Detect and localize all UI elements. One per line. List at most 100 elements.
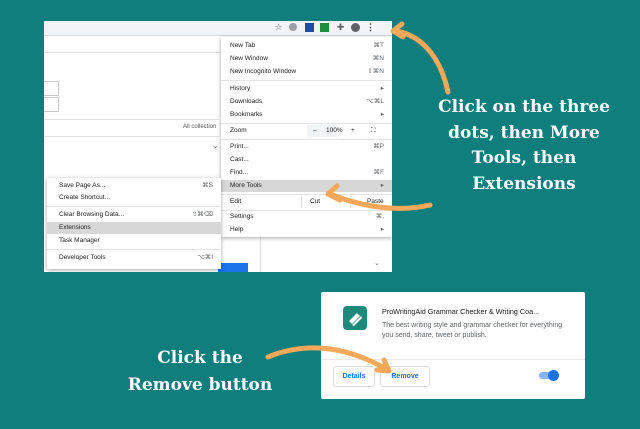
divider (301, 196, 302, 208)
menu-item-history[interactable]: History ▸ (221, 83, 392, 95)
chrome-menu: New Tab ⌘T New Window ⌘N New Incognito Win… (221, 37, 392, 237)
enable-toggle[interactable] (539, 370, 559, 381)
remove-button[interactable]: Remove (380, 366, 430, 387)
menu-item-label: Print... (230, 143, 249, 150)
menu-item-shortcut: ⌘P (373, 143, 384, 150)
menu-item-help[interactable]: Help ▸ (221, 224, 392, 236)
menu-item-label: Developer Tools (59, 254, 106, 261)
extension-card: ProWritingAid Grammar Checker & Writing … (321, 292, 585, 399)
menu-separator (221, 194, 392, 195)
menu-item-print[interactable]: Print... ⌘P (221, 141, 392, 153)
extension-b-icon[interactable] (305, 23, 314, 32)
browser-screenshot: ☆ ✚ ⋮ All collection ⌄ ⌄ New Tab ⌘T New W… (44, 21, 392, 272)
paste-button[interactable]: Paste (367, 196, 384, 208)
menu-item-downloads[interactable]: Downloads ⌥⌘L (221, 96, 392, 108)
menu-item-new-tab[interactable]: New Tab ⌘T (221, 40, 392, 52)
menu-item-cast[interactable]: Cast... (221, 154, 392, 166)
menu-item-label: More Tools (230, 182, 262, 189)
divider (321, 359, 585, 360)
menu-item-edit: Edit Cut Paste (221, 196, 392, 208)
submenu-item-task-manager[interactable]: Task Manager (47, 235, 221, 247)
puzzle-icon[interactable]: ✚ (336, 23, 345, 32)
menu-item-label: History (230, 85, 251, 92)
menu-item-shortcut: ⌥⌘I (197, 254, 213, 261)
callout-line: Extensions (472, 173, 576, 194)
menu-item-label: Clear Browsing Data... (59, 211, 125, 218)
menu-item-new-incognito-window[interactable]: New Incognito Window ⇧⌘N (221, 66, 392, 78)
submenu-item-developer-tools[interactable]: Developer Tools ⌥⌘I (47, 252, 221, 264)
submenu-item-create-shortcut[interactable]: Create Shortcut... (47, 192, 221, 204)
background-input (44, 97, 59, 112)
instruction-callout-bottom: Click the Remove button (100, 345, 300, 399)
submenu-item-clear-browsing-data[interactable]: Clear Browsing Data... ⇧⌘⌫ (47, 209, 221, 221)
submenu-item-extensions[interactable]: Extensions (47, 222, 221, 234)
menu-item-find[interactable]: Find... ⌘F (221, 167, 392, 179)
divider (350, 196, 351, 208)
extension-title: ProWritingAid Grammar Checker & Writing … (382, 307, 540, 316)
toggle-knob (548, 370, 559, 381)
menu-item-label: Downloads (230, 98, 263, 105)
extension-a-icon[interactable] (289, 23, 297, 31)
menu-item-shortcut: ⌘, (375, 213, 384, 220)
menu-item-label: Find... (230, 169, 249, 176)
menu-item-label: Settings (230, 213, 254, 220)
menu-item-shortcut: ⌘S (202, 182, 213, 189)
background-input (44, 81, 59, 96)
menu-item-shortcut: ⌘N (372, 55, 384, 62)
callout-line: Click on the three (438, 97, 610, 117)
submenu-arrow-icon: ▸ (380, 182, 384, 189)
menu-item-zoom: Zoom – 100% + ⛶ (221, 125, 392, 137)
arrow-to-three-dots (393, 28, 451, 95)
extension-description: The best writing style and grammar check… (382, 322, 563, 339)
menu-item-label: New Window (230, 55, 268, 62)
menu-separator (221, 80, 392, 81)
menu-item-new-window[interactable]: New Window ⌘N (221, 53, 392, 65)
background-blue-bar (218, 263, 248, 272)
star-icon[interactable]: ☆ (274, 23, 283, 32)
menu-item-label: Create Shortcut... (59, 194, 110, 201)
expand-icon[interactable]: ⌄ (212, 141, 219, 150)
prowritingaid-logo-icon (343, 306, 367, 330)
submenu-arrow-icon: ▸ (380, 111, 384, 118)
divider (44, 119, 219, 120)
avatar[interactable] (351, 23, 360, 32)
instruction-callout-top: Click on the three dots, then More Tools… (408, 95, 640, 197)
zoom-out-button[interactable]: – (313, 125, 317, 137)
menu-separator (221, 139, 392, 140)
menu-item-label: New Tab (230, 42, 256, 49)
submenu-arrow-icon: ▸ (380, 226, 384, 233)
menu-item-settings[interactable]: Settings ⌘, (221, 211, 392, 223)
divider (44, 136, 219, 137)
menu-item-label: Task Manager (59, 237, 100, 244)
menu-item-label: Save Page As... (59, 182, 106, 189)
chevron-down-icon[interactable]: ⌄ (374, 259, 380, 267)
cut-button[interactable]: Cut (310, 196, 320, 208)
three-dots-icon[interactable]: ⋮ (366, 23, 375, 32)
fullscreen-icon[interactable]: ⛶ (371, 125, 376, 137)
more-tools-submenu: Save Page As... ⌘S Create Shortcut... Cle… (47, 178, 221, 269)
callout-line: Tools, then (471, 148, 577, 168)
extension-c-icon[interactable] (320, 23, 329, 32)
details-button[interactable]: Details (333, 366, 375, 387)
menu-item-label: Cast... (230, 156, 249, 163)
menu-item-label: New Incognito Window (230, 68, 297, 75)
submenu-item-save-page-as[interactable]: Save Page As... ⌘S (47, 180, 221, 192)
menu-item-label: Zoom (230, 127, 247, 134)
menu-item-shortcut: ⌘T (373, 42, 384, 49)
menu-item-label: Bookmarks (230, 111, 263, 118)
callout-line: Remove button (127, 375, 273, 395)
menu-item-label: Extensions (59, 224, 91, 231)
menu-item-shortcut: ⇧⌘⌫ (191, 211, 213, 218)
menu-item-bookmarks[interactable]: Bookmarks ▸ (221, 109, 392, 121)
all-collections-label: All collection (183, 124, 217, 130)
zoom-level: 100% (326, 127, 343, 134)
zoom-in-button[interactable]: + (351, 125, 355, 137)
menu-separator (221, 123, 392, 124)
menu-separator (47, 249, 221, 250)
submenu-arrow-icon: ▸ (380, 85, 384, 92)
arrowhead (390, 21, 406, 40)
callout-line: dots, then More (448, 122, 600, 143)
menu-item-shortcut: ⌥⌘L (366, 98, 384, 105)
menu-item-shortcut: ⇧⌘N (367, 68, 384, 75)
menu-item-more-tools[interactable]: More Tools ▸ (221, 180, 392, 192)
